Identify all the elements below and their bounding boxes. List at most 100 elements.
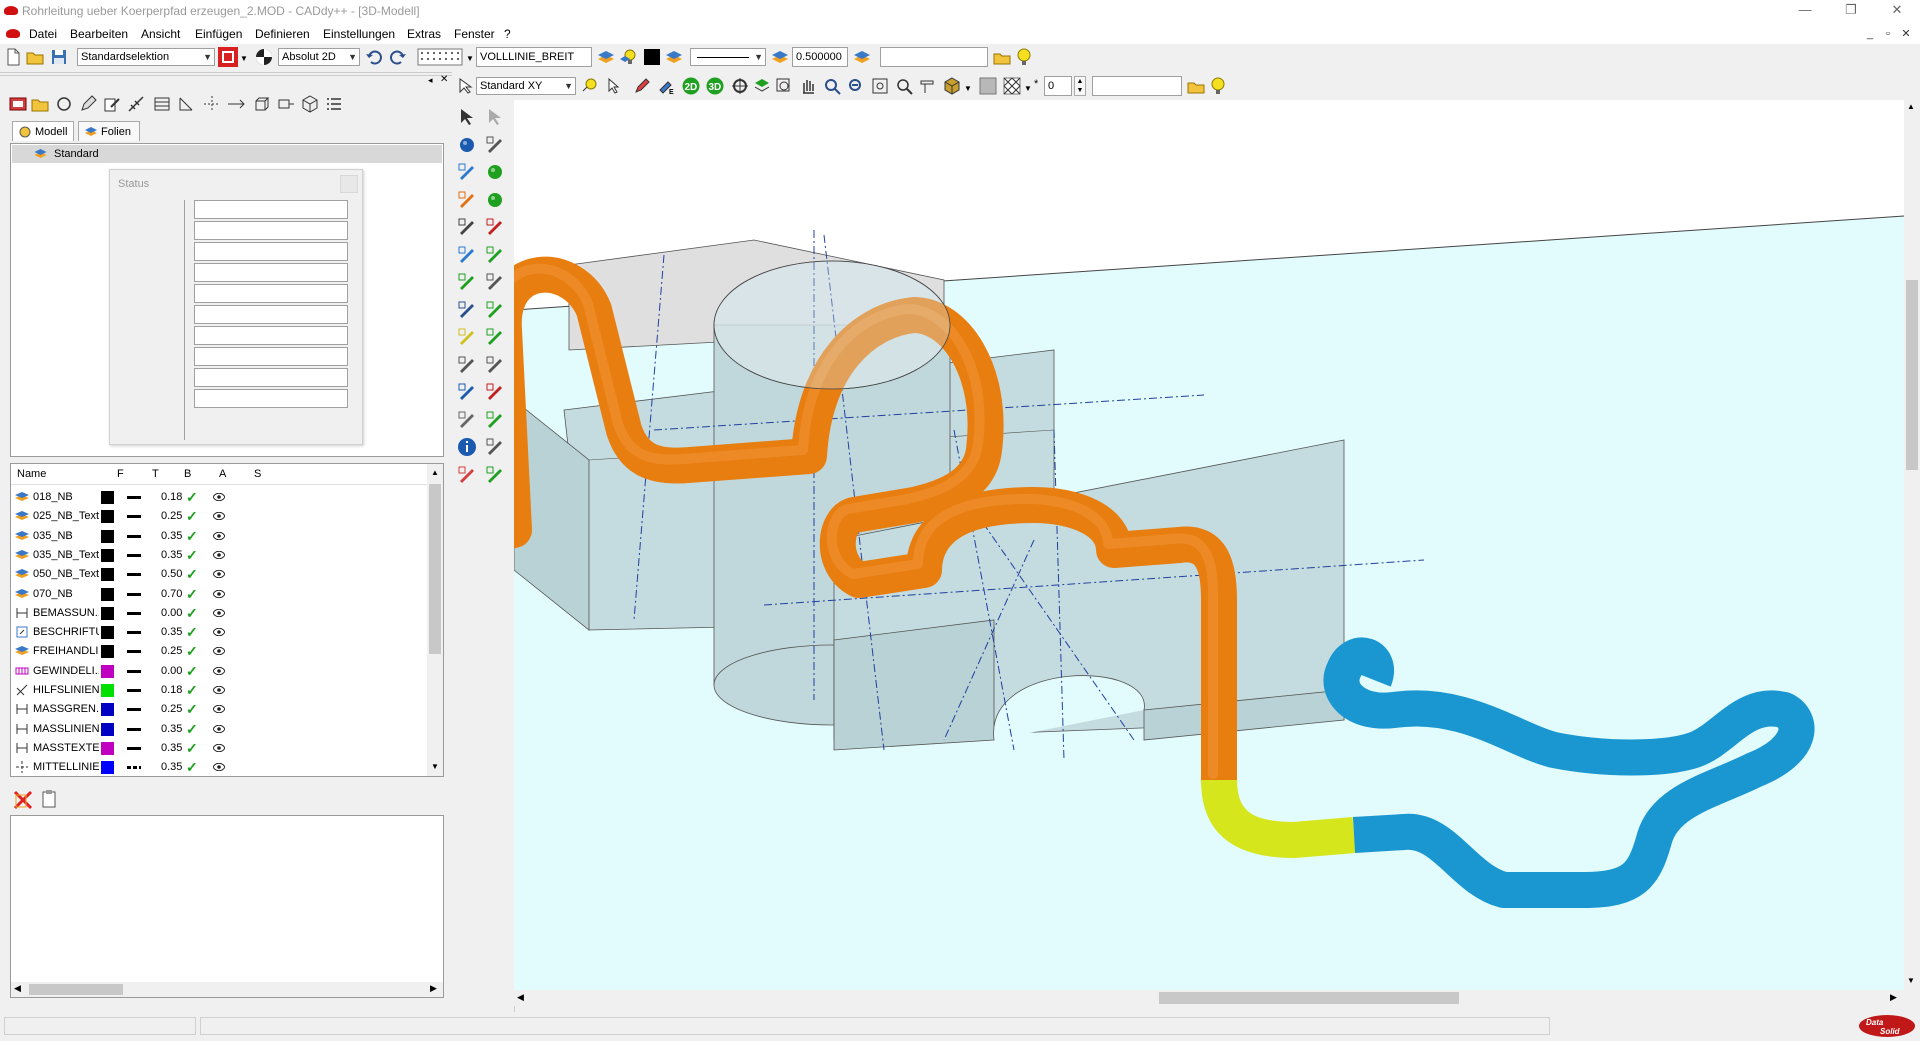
view-select[interactable]: Standard XY ▼ (476, 77, 576, 95)
layer-color-swatch[interactable] (101, 684, 114, 697)
layer-number-field[interactable]: 0 (1044, 76, 1072, 96)
select-arrow-icon[interactable] (456, 76, 476, 96)
scroll-up-icon[interactable]: ▲ (431, 468, 439, 477)
layer-line-width[interactable]: 0.35 (161, 742, 182, 754)
scroll-left-icon[interactable]: ◀ (517, 992, 524, 1003)
minimize-button[interactable]: — (1782, 0, 1828, 22)
list-icon[interactable] (324, 94, 344, 114)
sphere-icon[interactable] (456, 134, 478, 156)
layer-color-swatch[interactable] (101, 606, 114, 620)
zoom-in-icon[interactable] (822, 76, 842, 96)
col-t[interactable]: T (152, 468, 159, 480)
pen-e-icon[interactable]: E (656, 76, 676, 96)
layer-stack-icon[interactable] (770, 47, 790, 67)
rotate-object-icon[interactable] (456, 161, 478, 183)
layer-color-swatch[interactable] (101, 548, 114, 562)
pan-hand-icon[interactable] (798, 76, 818, 96)
bulb-layer-icon[interactable] (618, 47, 638, 67)
hatch-icon[interactable] (456, 409, 478, 431)
visibility-eye-icon[interactable] (212, 627, 226, 637)
refresh-icon[interactable] (456, 244, 478, 266)
scroll-right-icon[interactable]: ▶ (1890, 992, 1897, 1003)
visibility-eye-icon[interactable] (212, 550, 226, 560)
status-close-button[interactable] (340, 175, 358, 193)
scroll-down-icon[interactable]: ▼ (431, 762, 439, 771)
bulb-view-icon[interactable] (580, 76, 600, 96)
visibility-eye-icon[interactable] (212, 666, 226, 675)
layer-line-width[interactable]: 0.50 (161, 568, 182, 580)
tab-modell[interactable]: Modell (12, 121, 74, 141)
gray-square-icon[interactable] (978, 76, 998, 96)
chevron-down-icon[interactable]: ▼ (240, 54, 248, 63)
layer-line-width[interactable]: 0.35 (161, 549, 182, 561)
panel-arrow-icon[interactable]: ◂ (428, 75, 433, 86)
zoom-extents-icon[interactable] (870, 76, 890, 96)
col-s[interactable]: S (254, 468, 261, 480)
red-box-icon[interactable] (8, 94, 28, 114)
chevron-down-icon[interactable]: ▼ (964, 84, 972, 93)
mdi-close-button[interactable]: ✕ (1898, 27, 1914, 41)
color-swatch-black[interactable] (644, 49, 660, 65)
edit-icon[interactable] (102, 94, 122, 114)
layer-line-style[interactable] (127, 689, 141, 692)
layer-line-style[interactable] (127, 727, 141, 731)
layer-row[interactable]: FREIHANDLI... 0.25 ✓ (11, 642, 351, 661)
layer-color-swatch[interactable] (101, 587, 114, 601)
eraser-icon[interactable] (456, 464, 478, 486)
rotate-view-icon[interactable] (730, 76, 750, 96)
layer-stack-icon[interactable] (852, 47, 872, 67)
view-3d-button[interactable]: 3D (704, 76, 726, 96)
pen-red-icon[interactable] (632, 76, 652, 96)
menu-extras[interactable]: Extras (403, 26, 445, 42)
pointer-view-icon[interactable] (604, 76, 624, 96)
menu-help[interactable]: ? (500, 26, 515, 42)
viewport-vscrollbar[interactable]: ▲ ▼ (1904, 100, 1920, 990)
model-canvas[interactable] (514, 100, 1904, 990)
layer-line-style[interactable] (127, 766, 141, 770)
layer-line-style[interactable] (127, 708, 141, 712)
scroll-down-icon[interactable]: ▼ (1907, 976, 1915, 985)
layer-line-width[interactable]: 0.25 (161, 703, 182, 715)
view-2d-button[interactable]: 2D (680, 76, 702, 96)
layer-color-swatch[interactable] (101, 491, 114, 504)
layer-color-swatch[interactable] (101, 741, 114, 755)
pencil-green-icon[interactable] (456, 271, 478, 293)
layer-line-width[interactable]: 0.00 (161, 607, 182, 619)
document-menu-icon[interactable] (6, 29, 20, 38)
mdi-restore-button[interactable]: ▫ (1880, 27, 1896, 41)
align-icon[interactable] (484, 436, 506, 458)
selection-color-icon[interactable] (218, 47, 238, 67)
layer-color-swatch[interactable] (101, 703, 114, 717)
layer-row[interactable]: 018_NB 0.18 ✓ (11, 488, 351, 507)
active-check-icon[interactable]: ✓ (186, 528, 198, 545)
view-search-input[interactable] (1092, 76, 1182, 96)
redo-icon[interactable] (388, 47, 408, 67)
active-check-icon[interactable]: ✓ (186, 624, 198, 641)
visibility-eye-icon[interactable] (212, 724, 226, 733)
orbit-icon[interactable] (752, 76, 772, 96)
zoom-previous-icon[interactable] (894, 76, 914, 96)
edge-icon[interactable] (484, 354, 506, 376)
active-check-icon[interactable]: ✓ (186, 605, 198, 622)
layer-row[interactable]: GEWINDELI... 0.00 ✓ (11, 662, 351, 681)
folder-layers-icon[interactable] (30, 94, 50, 114)
active-check-icon[interactable]: ✓ (186, 547, 198, 564)
tab-folien[interactable]: Folien (78, 121, 140, 141)
scroll-up-icon[interactable]: ▲ (1907, 102, 1915, 111)
shaded-cube-icon[interactable] (942, 76, 962, 96)
cross-red-icon[interactable] (484, 381, 506, 403)
select-arrow-icon[interactable] (456, 106, 478, 128)
l-shape-icon[interactable] (484, 299, 506, 321)
percent-icon[interactable] (484, 271, 506, 293)
mirror-icon[interactable] (456, 216, 478, 238)
text-ab-icon[interactable] (456, 381, 478, 403)
layer-line-width[interactable]: 0.35 (161, 530, 182, 542)
info-icon[interactable] (456, 436, 478, 458)
select-all-icon[interactable] (484, 106, 506, 128)
layer-color-swatch[interactable] (101, 645, 114, 659)
circle-tool-icon[interactable] (54, 94, 74, 114)
chevron-down-icon[interactable]: ▼ (1024, 84, 1032, 93)
lightbulb-icon[interactable] (1014, 47, 1034, 67)
clipboard-icon[interactable] (40, 789, 58, 809)
line-width-field[interactable]: 0.500000 (792, 47, 848, 67)
